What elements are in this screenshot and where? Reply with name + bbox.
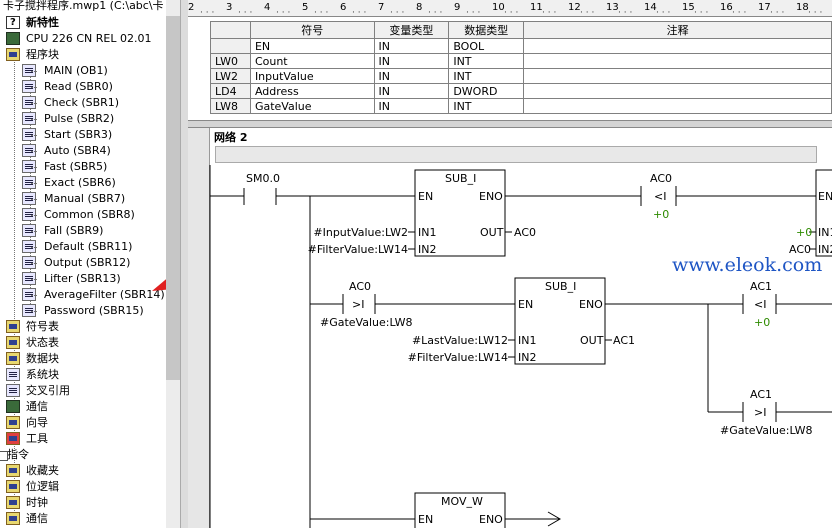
- cmp-ac1-lt-bottom[interactable]: +0: [754, 316, 770, 329]
- cmp-ac1-lt-top[interactable]: AC1: [750, 280, 772, 293]
- sub2-in2: IN2: [518, 351, 537, 364]
- watermark: www.eleok.com: [672, 254, 823, 276]
- sub2-name: SUB_I: [545, 280, 577, 293]
- sub1-en: EN: [418, 190, 434, 203]
- right-box-in1-operand[interactable]: +0: [796, 226, 812, 239]
- mov-eno: ENO: [479, 513, 503, 526]
- sub1-in2: IN2: [418, 243, 437, 256]
- mov-name: MOV_W: [441, 495, 483, 508]
- cmp-ac0-lt-bottom[interactable]: +0: [653, 208, 669, 221]
- mov-en: EN: [418, 513, 434, 526]
- sub1-in2-operand[interactable]: #FilterValue:LW14: [308, 243, 408, 256]
- sub2-out-operand[interactable]: AC1: [613, 334, 635, 347]
- sub2-in2-operand[interactable]: #FilterValue:LW14: [408, 351, 508, 364]
- cmp-ac0-gt-top[interactable]: AC0: [349, 280, 371, 293]
- cmp-ac0-gt-op: >I: [352, 298, 365, 311]
- sub2-in1: IN1: [518, 334, 537, 347]
- cmp-ac0-lt-op: <I: [654, 190, 667, 203]
- cmp-ac1-lt-op: <I: [754, 298, 767, 311]
- sub1-name: SUB_I: [445, 172, 477, 185]
- sub1-in1: IN1: [418, 226, 437, 239]
- sub1-in1-operand[interactable]: #InputValue:LW2: [313, 226, 408, 239]
- cmp-ac1-gt-top[interactable]: AC1: [750, 388, 772, 401]
- sub1-out-operand[interactable]: AC0: [514, 226, 536, 239]
- sub2-out: OUT: [580, 334, 604, 347]
- sub1-eno: ENO: [479, 190, 503, 203]
- cmp-ac1-gt-bottom[interactable]: #GateValue:LW8: [720, 424, 812, 437]
- right-box-in1: IN1: [818, 226, 832, 239]
- contact-sm00-label: SM0.0: [246, 172, 280, 185]
- cmp-ac0-gt-bottom[interactable]: #GateValue:LW8: [320, 316, 412, 329]
- sub1-out: OUT: [480, 226, 504, 239]
- right-box-en: EN: [818, 190, 832, 203]
- sub2-en: EN: [518, 298, 534, 311]
- sub2-eno: ENO: [579, 298, 603, 311]
- sub2-in1-operand[interactable]: #LastValue:LW12: [412, 334, 508, 347]
- cmp-ac0-lt-top[interactable]: AC0: [650, 172, 672, 185]
- cmp-ac1-gt-op: >I: [754, 406, 767, 419]
